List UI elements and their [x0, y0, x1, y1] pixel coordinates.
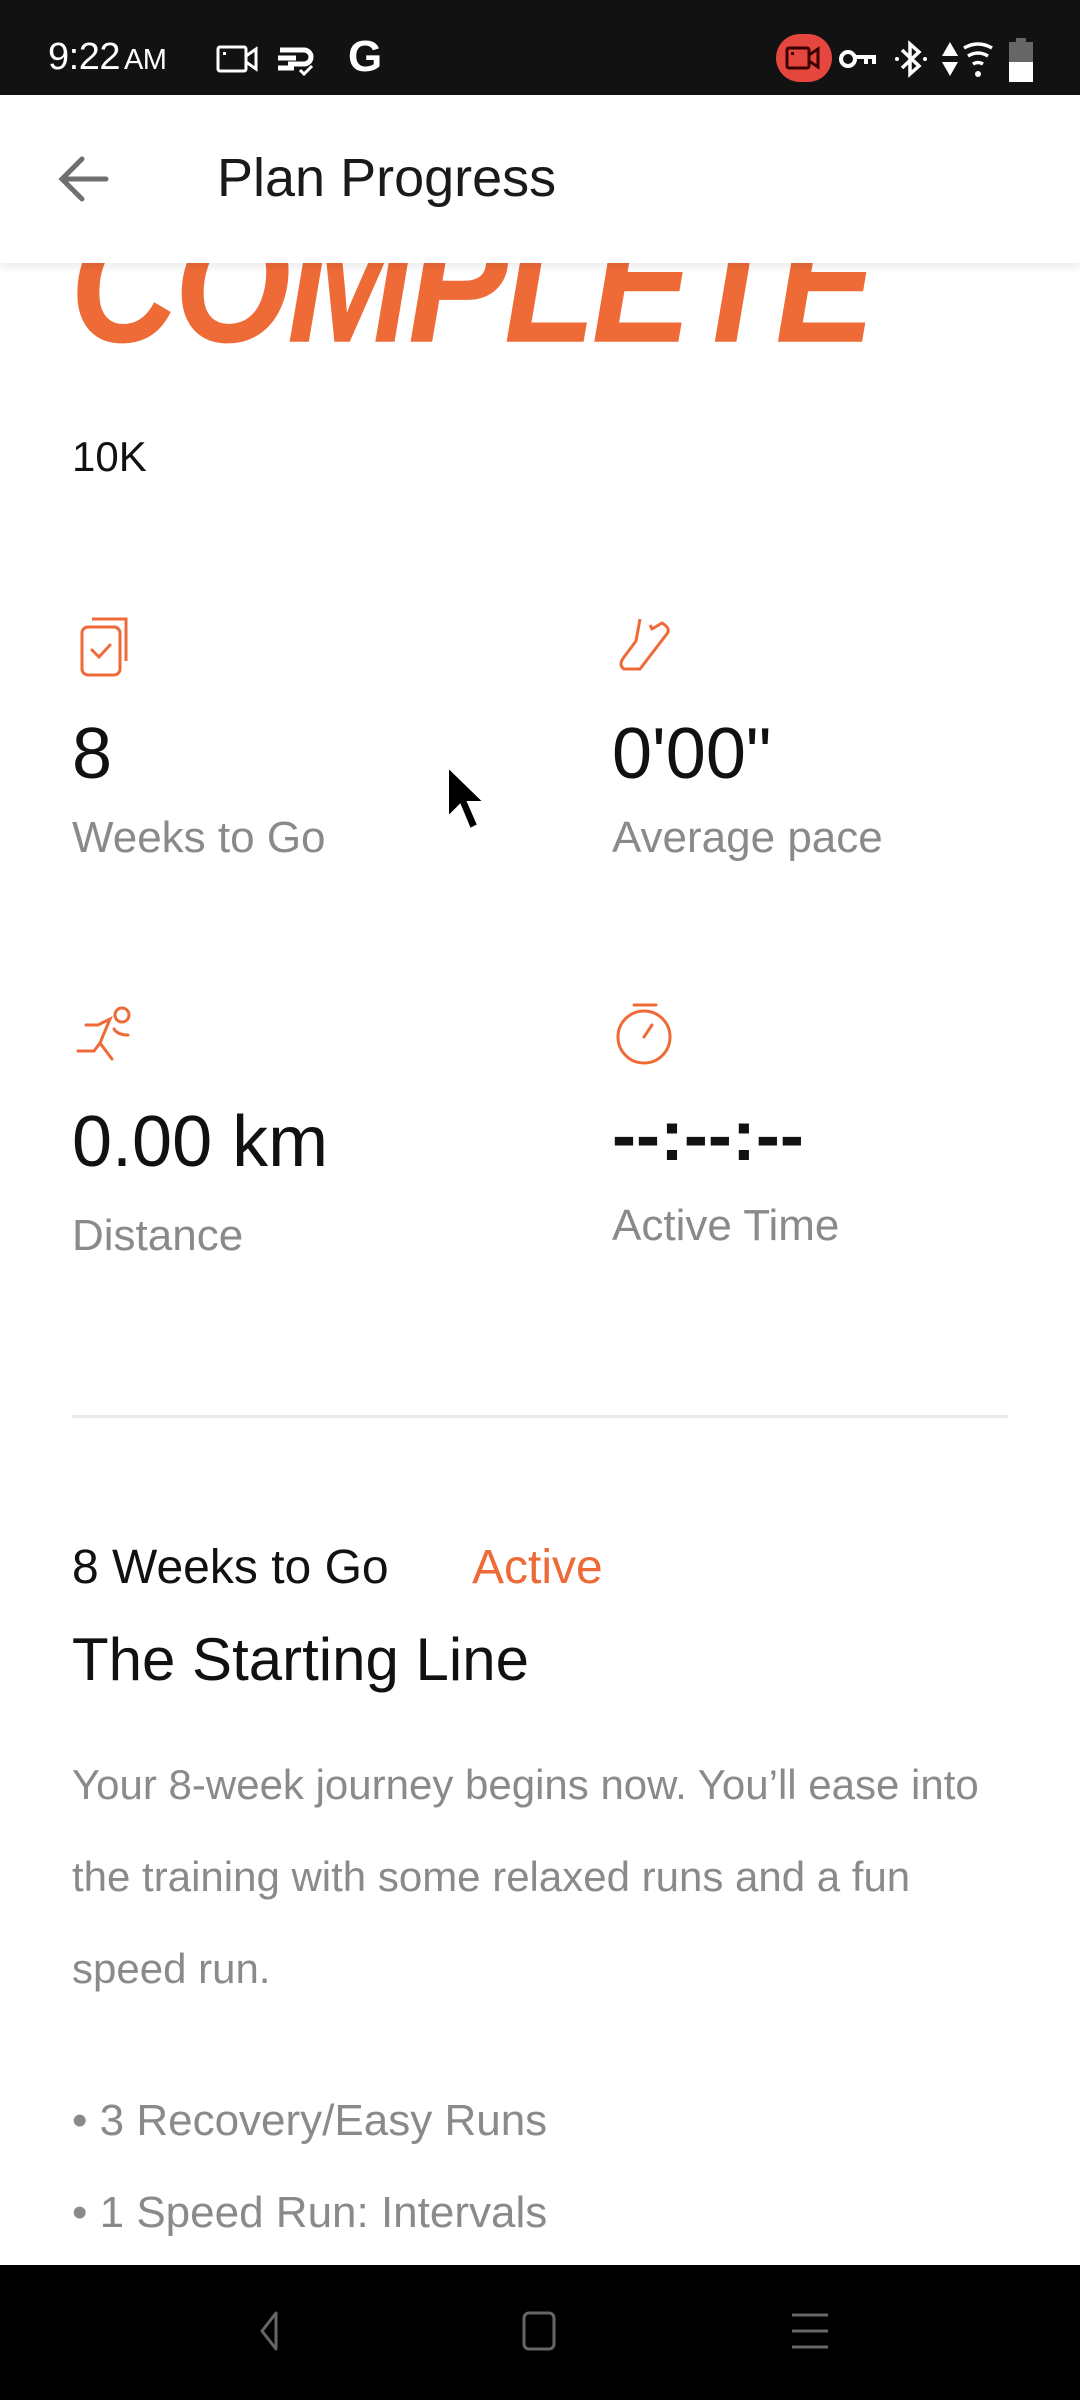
- nav-recents-button[interactable]: [780, 2307, 840, 2357]
- bluetooth-icon: [895, 40, 927, 78]
- week-title: The Starting Line: [72, 1626, 529, 1693]
- arrow-back-icon: [58, 156, 109, 202]
- sync-icon: [278, 47, 314, 77]
- stat-active-time: --:--:-- Active Time: [612, 1001, 1072, 1250]
- shoe-icon: [619, 618, 670, 671]
- page-title: Plan Progress: [217, 148, 557, 208]
- nav-recents-icon: [792, 2313, 828, 2349]
- vpn-key-icon: [839, 50, 876, 68]
- workout-list: 3 Recovery/Easy Runs 1 Speed Run: Interv…: [72, 2075, 548, 2259]
- status-time: 9:22 AM: [48, 36, 167, 79]
- runner-icon: [76, 1006, 131, 1061]
- stat-label: Active Time: [612, 1201, 840, 1250]
- complete-banner: COMPLETE: [70, 263, 875, 379]
- stat-value: 0.00 km: [72, 1102, 329, 1182]
- screen-record-icon: [216, 45, 258, 73]
- battery-icon: [1009, 38, 1033, 82]
- nav-back-button[interactable]: [240, 2307, 300, 2357]
- wifi-icon: [963, 42, 993, 77]
- stopwatch-icon: [616, 1003, 672, 1065]
- stat-average-pace: 0'00" Average pace: [612, 613, 1072, 862]
- checklist-icon: [80, 617, 128, 677]
- stat-value: 8: [72, 714, 113, 794]
- data-arrows-icon: [942, 42, 958, 76]
- recording-active-icon: [776, 34, 832, 82]
- week-description: Your 8-week journey begins now. You’ll e…: [72, 1761, 979, 1992]
- clock-ampm: AM: [123, 44, 167, 76]
- nav-back-icon: [260, 2311, 278, 2351]
- workout-item: 1 Speed Run: Intervals: [72, 2167, 548, 2259]
- nav-home-button[interactable]: [510, 2307, 570, 2357]
- app-bar: Plan Progress: [0, 95, 1080, 263]
- stat-label: Weeks to Go: [72, 813, 326, 862]
- plan-name: 10K: [72, 433, 147, 480]
- scroll-content[interactable]: COMPLETE 10K 8 Weeks to Go 0'00" Average…: [0, 263, 1080, 2265]
- stat-value: --:--:--: [612, 1096, 804, 1176]
- stat-label: Distance: [72, 1211, 244, 1260]
- week-heading: 8 Weeks to Go: [72, 1541, 389, 1594]
- stat-value: 0'00": [612, 714, 772, 794]
- mouse-cursor-icon: [447, 765, 487, 831]
- google-icon: G: [348, 32, 383, 81]
- section-divider: [72, 1415, 1008, 1418]
- nav-home-icon: [522, 2311, 556, 2351]
- workout-item: 3 Recovery/Easy Runs: [72, 2075, 548, 2167]
- navigation-bar: [0, 2265, 1080, 2400]
- status-bar: 9:22 AM G: [0, 0, 1080, 95]
- back-button[interactable]: [52, 147, 116, 211]
- week-status-badge: Active: [472, 1541, 603, 1594]
- stat-label: Average pace: [612, 813, 883, 862]
- clock-time: 9:22: [48, 36, 120, 78]
- stat-distance: 0.00 km Distance: [72, 1001, 532, 1260]
